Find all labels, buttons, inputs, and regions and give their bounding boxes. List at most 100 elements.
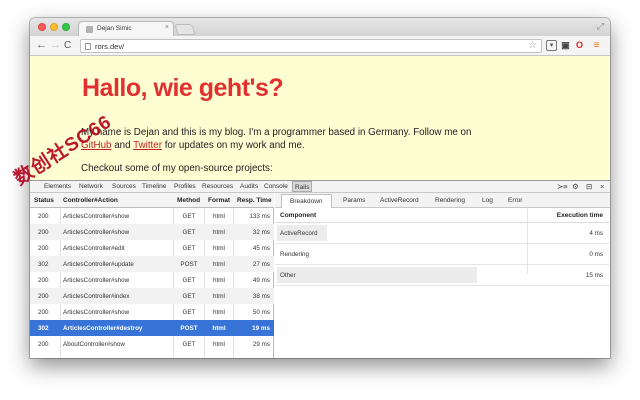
format-cell: html [213,261,225,268]
status-cell: 302 [38,325,49,332]
method-cell: GET [182,229,196,236]
devtools-tab-sources[interactable]: Sources [112,183,136,190]
intro-tail: for updates on my work and me. [161,140,305,151]
breakdown-row: Other 15 ms [275,265,610,286]
back-arrow-icon[interactable]: ← [36,39,47,52]
detail-tab-rendering[interactable]: Rendering [435,197,465,204]
col-format[interactable]: Format [208,197,230,204]
devtools-tab-network[interactable]: Network [79,183,103,190]
devtools-tab-profiles[interactable]: Profiles [174,183,196,190]
address-bar[interactable]: rors.dev/ ☆ [80,39,542,53]
format-cell: html [213,293,225,300]
time-cell: 45 ms [252,245,270,252]
detail-tab-activerecord[interactable]: ActiveRecord [380,197,419,204]
method-cell: GET [182,341,196,348]
close-devtools-icon[interactable]: × [600,182,604,191]
time-cell: 50 ms [252,309,270,316]
status-cell: 200 [38,309,49,316]
fullscreen-icon[interactable]: ⤢ [597,21,604,32]
opera-icon[interactable]: O [574,40,585,51]
table-row[interactable]: 200 ArticlesController#edit GET html 45 ms [30,240,274,256]
table-row[interactable]: 200 ArticlesController#show GET html 32 ms [30,224,274,240]
format-cell: html [213,341,225,348]
breakdown-row: ActiveRecord 4 ms [275,223,610,244]
component-name: Other [280,272,296,279]
gear-icon[interactable]: ⚙ [572,182,579,191]
detail-tab-log[interactable]: Log [482,197,493,204]
new-tab-button[interactable] [174,24,196,35]
zoom-window-button[interactable] [62,23,70,31]
time-cell: 49 ms [252,277,270,284]
table-row[interactable]: 200 AboutController#show GET html 29 ms [30,336,274,352]
table-row[interactable]: 302 ArticlesController#destroy POST html 19 … [30,320,274,336]
detail-tab-breakdown[interactable]: Breakdown [281,194,332,208]
devtools-tab-elements[interactable]: Elements [44,183,71,190]
format-cell: html [212,325,226,332]
table-row[interactable]: 200 ArticlesController#show GET html 49 ms [30,272,274,288]
detail-tab-params[interactable]: Params [343,197,365,204]
execution-time: 15 ms [585,272,603,279]
action-cell: ArticlesController#index [63,293,130,300]
format-cell: html [213,277,225,284]
status-cell: 302 [38,261,49,268]
method-cell: GET [182,309,196,316]
dock-icon[interactable]: ⊟ [586,182,592,191]
detail-tab-error[interactable]: Error [508,197,522,204]
action-cell: ArticlesController#edit [63,245,125,252]
time-cell: 27 ms [252,261,270,268]
projects-text: Checkout some of my open-source projects… [81,163,273,174]
tab-strip: Dejan Simic × ⤢ [30,18,610,36]
devtools-tab-timeline[interactable]: Timeline [142,183,166,190]
twitter-link[interactable]: Twitter [133,140,162,151]
execution-time: 4 ms [589,230,603,237]
breakdown-bar [277,267,477,283]
col-resp-time[interactable]: Resp. Time [237,197,272,204]
time-cell: 32 ms [252,229,270,236]
table-row[interactable]: 200 ArticlesController#show GET html 50 ms [30,304,274,320]
forward-arrow-icon[interactable]: → [50,39,61,52]
method-cell: GET [182,277,196,284]
time-cell: 19 ms [252,325,270,332]
format-cell: html [213,229,225,236]
requests-table: Status Controller#Action Method Format R… [30,193,274,358]
time-cell: 133 ms [249,213,270,220]
pocket-icon[interactable]: ▾ [546,40,557,51]
ghostery-icon[interactable]: ▣ [560,40,571,51]
status-cell: 200 [38,245,49,252]
table-row[interactable]: 200 ArticlesController#index GET html 38 ms [30,288,274,304]
web-page: Hallo, wie geht's? My name is Dejan and … [30,56,610,180]
intro-text: My name is Dejan and this is my blog. I'… [81,127,472,138]
detail-panel: Breakdown Params ActiveRecord Rendering … [275,193,610,358]
devtools-tab-audits[interactable]: Audits [240,183,258,190]
favicon-icon [86,26,93,33]
minimize-window-button[interactable] [50,23,58,31]
component-name: ActiveRecord [280,230,318,237]
col-method[interactable]: Method [177,197,200,204]
table-row[interactable]: 302 ArticlesController#update POST html 27 m… [30,256,274,272]
tab-title: Dejan Simic [97,25,132,32]
menu-icon[interactable]: ≡ [591,40,602,51]
close-window-button[interactable] [38,23,46,31]
devtools-tab-console[interactable]: Console [264,183,288,190]
status-cell: 200 [38,229,49,236]
component-name: Rendering [280,251,310,258]
reload-icon[interactable]: C [64,39,71,52]
browser-tab[interactable]: Dejan Simic × [78,21,174,36]
page-heading: Hallo, wie geht's? [82,74,284,102]
col-action[interactable]: Controller#Action [63,197,118,204]
component-header: Component [280,212,317,219]
col-status[interactable]: Status [34,197,54,204]
devtools-tab-resources[interactable]: Resources [202,183,233,190]
status-cell: 200 [38,277,49,284]
and-text: and [111,140,134,151]
requests-table-header: Status Controller#Action Method Format R… [30,193,274,208]
bookmark-star-icon[interactable]: ☆ [528,40,537,51]
devtools-tab-rails[interactable]: Rails [292,181,313,192]
status-cell: 200 [38,213,49,220]
tab-close-icon[interactable]: × [165,24,169,31]
action-cell: AboutController#show [63,341,125,348]
breakdown-row: Rendering 0 ms [275,244,610,265]
console-drawer-icon[interactable]: ≻≡ [557,182,568,191]
status-cell: 200 [38,341,49,348]
table-row[interactable]: 200 ArticlesController#show GET html 133 ms [30,208,274,224]
